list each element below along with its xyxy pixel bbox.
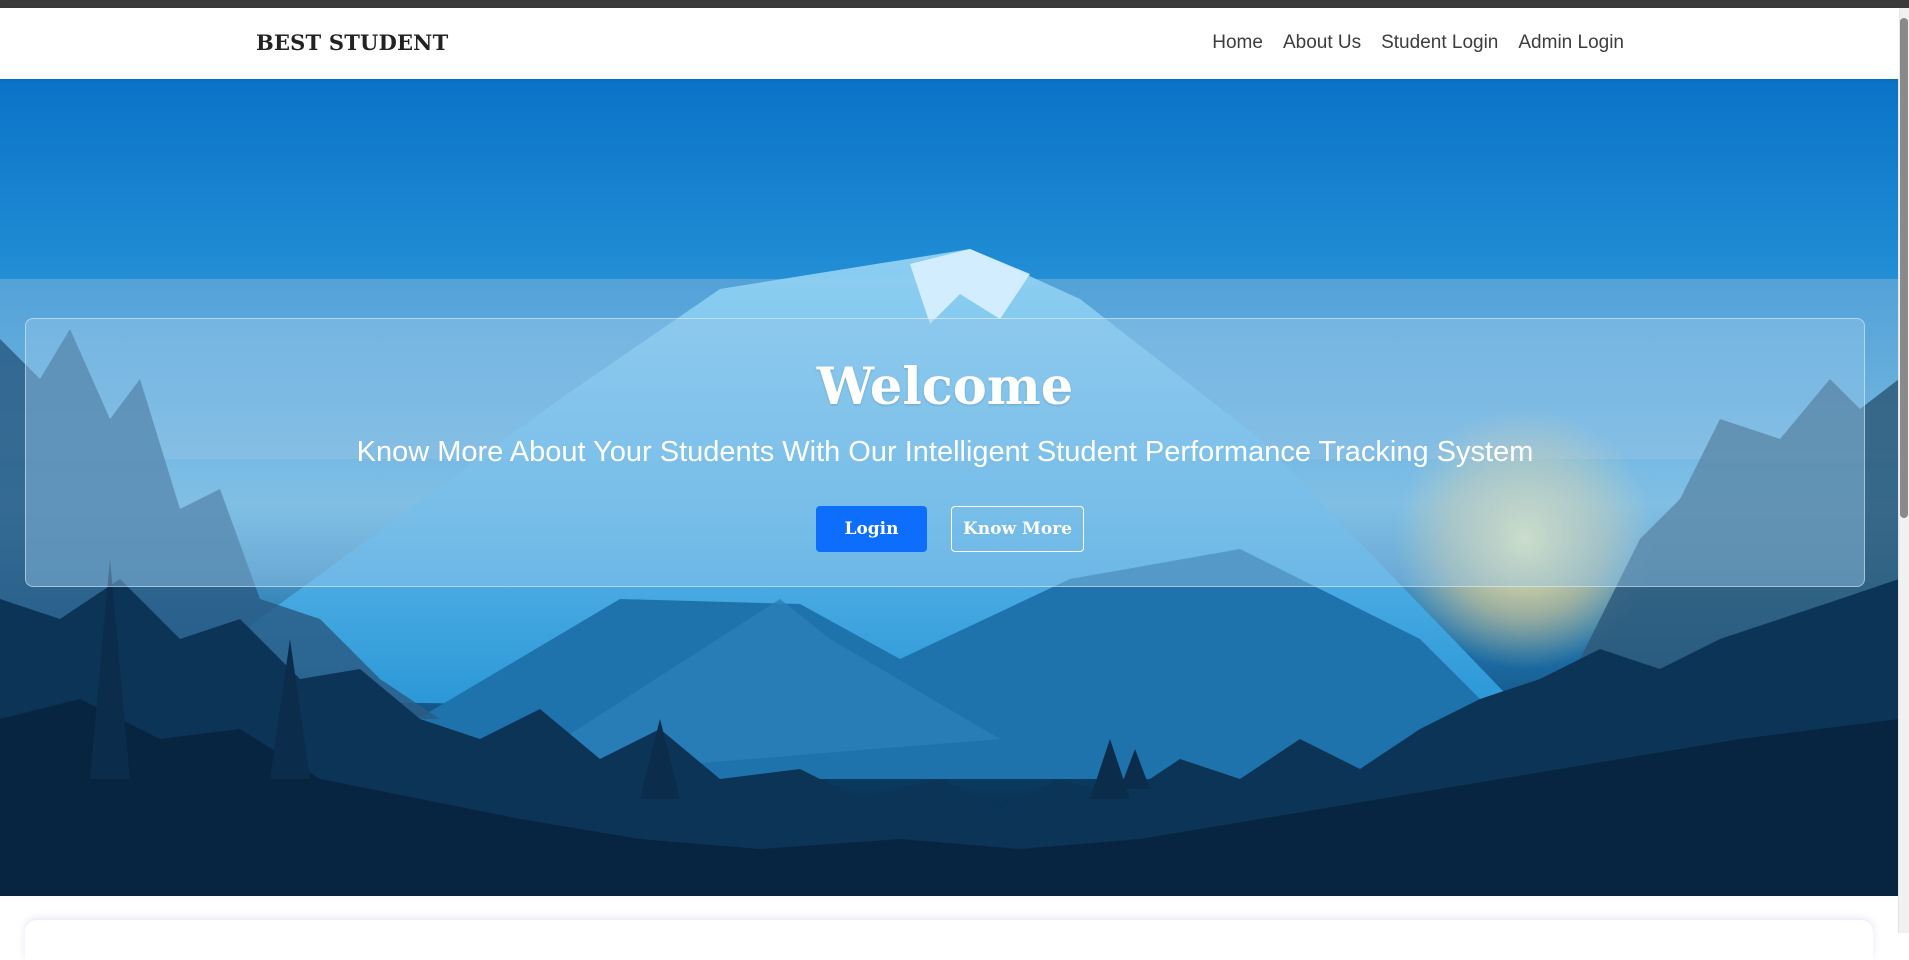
welcome-card: Welcome Know More About Your Students Wi… [25,318,1865,587]
nav-link-student-login[interactable]: Student Login [1371,32,1508,54]
brand-logo[interactable]: BEST STUDENT [256,30,448,55]
nav-link-admin-login[interactable]: Admin Login [1508,32,1634,54]
login-button[interactable]: Login [816,506,927,552]
hero-tagline: Know More About Your Students With Our I… [356,436,1534,468]
browser-top-strip [0,0,1909,8]
welcome-heading: Welcome [816,357,1074,417]
next-section-card [25,920,1873,960]
nav-link-about-us[interactable]: About Us [1273,32,1371,54]
top-navbar: BEST STUDENT Home About Us Student Login… [0,8,1899,79]
page-scrollbar[interactable] [1898,8,1909,933]
scrollbar-thumb[interactable] [1900,18,1908,518]
know-more-button[interactable]: Know More [951,506,1084,552]
nav-links: Home About Us Student Login Admin Login [1202,32,1634,54]
nav-link-home[interactable]: Home [1202,32,1273,54]
